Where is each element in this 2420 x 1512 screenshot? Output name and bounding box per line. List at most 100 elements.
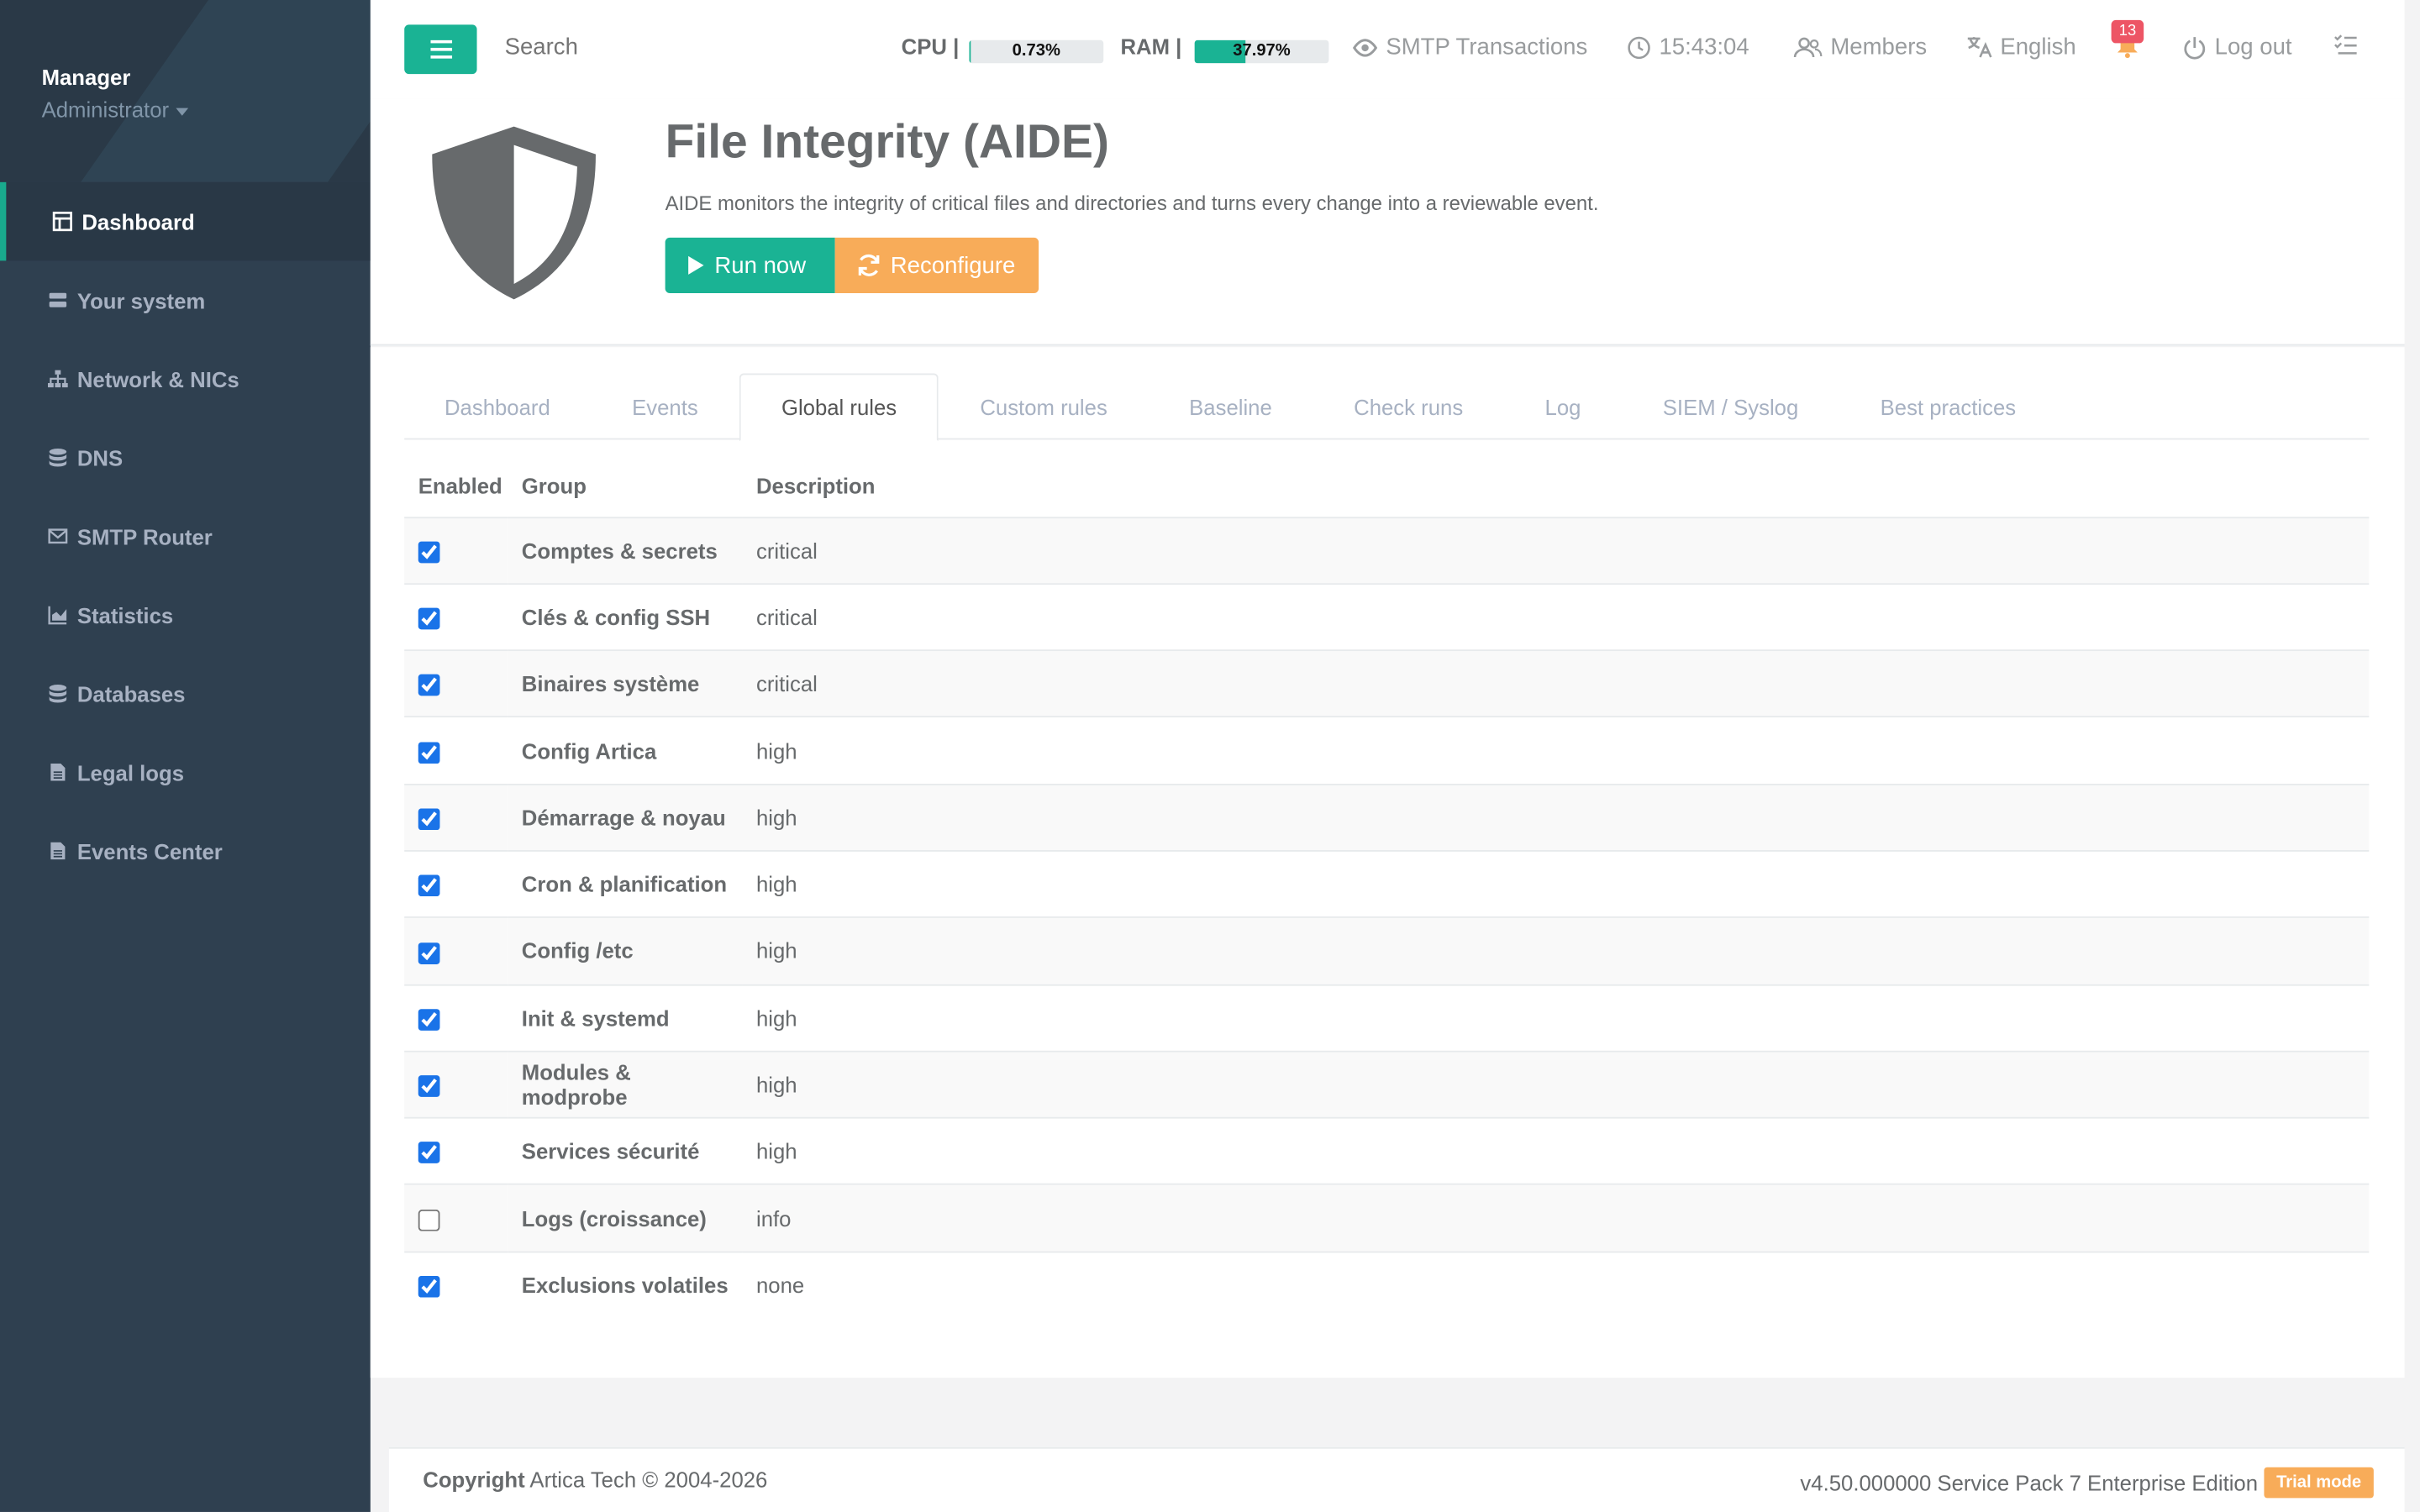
sidebar-item-dns[interactable]: DNS — [0, 418, 371, 497]
sidebar-item-dashboard[interactable]: Dashboard — [0, 181, 371, 261]
tab-best-practices[interactable]: Best practices — [1840, 373, 2056, 439]
group-cell: Cron & planification — [508, 849, 743, 918]
tab-custom-rules[interactable]: Custom rules — [940, 373, 1148, 439]
notifications-badge: 13 — [2111, 19, 2144, 44]
description-cell: high — [742, 783, 2370, 851]
sidebar-item-statistics[interactable]: Statistics — [0, 575, 371, 654]
group-cell: Exclusions volatiles — [508, 1251, 743, 1319]
description-cell: high — [742, 1117, 2370, 1185]
run-now-label: Run now — [714, 252, 807, 279]
envelope-icon — [46, 525, 68, 547]
enabled-cell — [404, 1050, 508, 1119]
sidebar-item-label: Your system — [76, 287, 206, 312]
tab-log[interactable]: Log — [1505, 373, 1621, 439]
column-header[interactable]: Group — [508, 454, 743, 518]
trial-mode-badge[interactable]: Trial mode — [2264, 1467, 2374, 1499]
sidebar-item-events-center[interactable]: Events Center — [0, 811, 371, 890]
table-row: Logs (croissance) info — [404, 1184, 2370, 1252]
page-title: File Integrity (AIDE) — [665, 113, 1109, 169]
table-row: Comptes & secrets critical — [404, 516, 2370, 584]
user-name[interactable]: Manager — [42, 65, 371, 89]
column-header[interactable]: Description — [742, 454, 2370, 518]
chart-icon — [46, 604, 68, 626]
users-icon — [1793, 36, 1823, 57]
table-row: Init & systemd high — [404, 984, 2370, 1052]
enabled-checkbox[interactable] — [418, 1209, 440, 1231]
sidebar-nav: Dashboard Your system Network & NICs DNS SMT… — [0, 181, 371, 890]
menu-toggle-button[interactable] — [404, 24, 477, 75]
footer: Copyright Artica Tech © 2004-2026 v4.50.… — [388, 1446, 2405, 1512]
group-cell: Comptes & secrets — [508, 516, 743, 584]
enabled-checkbox[interactable] — [418, 741, 440, 764]
smtp-transactions-link[interactable]: SMTP Transactions — [1352, 34, 1587, 60]
tab-global-rules[interactable]: Global rules — [739, 373, 939, 442]
page-header: File Integrity (AIDE) AIDE monitors the … — [370, 98, 2405, 346]
enabled-cell — [404, 1251, 508, 1319]
enabled-checkbox[interactable] — [418, 808, 440, 831]
dashboard-icon — [51, 211, 73, 233]
enabled-cell — [404, 849, 508, 918]
shield-icon — [432, 126, 596, 300]
cpu-progress: 0.73% — [969, 39, 1104, 64]
members-link[interactable]: Members — [1793, 34, 1927, 60]
enabled-cell — [404, 716, 508, 785]
enabled-cell — [404, 1184, 508, 1252]
table-row: Binaires système critical — [404, 649, 2370, 717]
group-cell: Services sécurité — [508, 1117, 743, 1185]
column-header[interactable]: Enabled — [404, 454, 508, 518]
sidebar-item-smtp-router[interactable]: SMTP Router — [0, 496, 371, 575]
tab-check-runs[interactable]: Check runs — [1313, 373, 1503, 439]
reconfigure-button[interactable]: Reconfigure — [834, 237, 1039, 293]
group-cell: Démarrage & noyau — [508, 783, 743, 851]
enabled-cell — [404, 783, 508, 851]
description-cell: critical — [742, 582, 2370, 651]
sidebar-item-your-system[interactable]: Your system — [0, 260, 371, 339]
copyright: Copyright Artica Tech © 2004-2026 — [423, 1467, 768, 1493]
hamburger-icon — [429, 39, 452, 59]
sidebar-item-databases[interactable]: Databases — [0, 654, 371, 733]
eye-icon — [1352, 38, 1378, 56]
tab-bar: Dashboard Events Global rules Custom rules B… — [404, 373, 2370, 442]
reconfigure-label: Reconfigure — [890, 252, 1016, 279]
enabled-checkbox[interactable] — [418, 541, 440, 564]
enabled-cell — [404, 1117, 508, 1185]
table-header-row: Enabled Group Description — [404, 454, 2370, 518]
tab-events[interactable]: Events — [592, 373, 738, 439]
enabled-checkbox[interactable] — [418, 874, 440, 897]
logout-link[interactable]: Log out — [2182, 34, 2292, 60]
description-cell: high — [742, 984, 2370, 1052]
ram-progress: 37.97% — [1194, 39, 1329, 64]
description-cell: critical — [742, 649, 2370, 717]
enabled-checkbox[interactable] — [418, 1276, 440, 1299]
sidebar-item-label: Dashboard — [82, 208, 195, 234]
sidebar-item-network-nics[interactable]: Network & NICs — [0, 339, 371, 418]
tab-baseline[interactable]: Baseline — [1149, 373, 1312, 439]
tab-dashboard[interactable]: Dashboard — [404, 373, 590, 439]
tasks-icon — [2334, 34, 2357, 55]
content-panel: Dashboard Events Global rules Custom rules B… — [370, 347, 2405, 1378]
user-role-dropdown[interactable]: Administrator — [42, 97, 371, 122]
database-icon — [46, 683, 68, 705]
enabled-checkbox[interactable] — [418, 1008, 440, 1031]
description-cell: high — [742, 916, 2370, 984]
group-cell: Binaires système — [508, 649, 743, 717]
enabled-checkbox[interactable] — [418, 675, 440, 697]
language-icon — [1967, 37, 1992, 58]
language-selector[interactable]: English — [1966, 34, 2076, 60]
sidebar-item-legal-logs[interactable]: Legal logs — [0, 732, 371, 811]
cpu-value: 0.73% — [1012, 41, 1060, 60]
tasks-button[interactable] — [2333, 34, 2366, 55]
enabled-checkbox[interactable] — [418, 1142, 440, 1164]
enabled-checkbox[interactable] — [418, 607, 440, 630]
group-cell: Config Artica — [508, 716, 743, 785]
tab-siem-syslog[interactable]: SIEM / Syslog — [1623, 373, 1839, 439]
run-now-button[interactable]: Run now — [665, 237, 835, 293]
search-input[interactable] — [504, 34, 813, 60]
sidebar-item-label: Legal logs — [76, 759, 184, 785]
group-cell: Logs (croissance) — [508, 1184, 743, 1252]
sidebar-item-label: DNS — [76, 444, 124, 470]
enabled-checkbox[interactable] — [418, 1075, 440, 1098]
enabled-checkbox[interactable] — [418, 942, 440, 964]
caret-down-icon — [176, 108, 189, 116]
sitemap-icon — [46, 368, 68, 390]
